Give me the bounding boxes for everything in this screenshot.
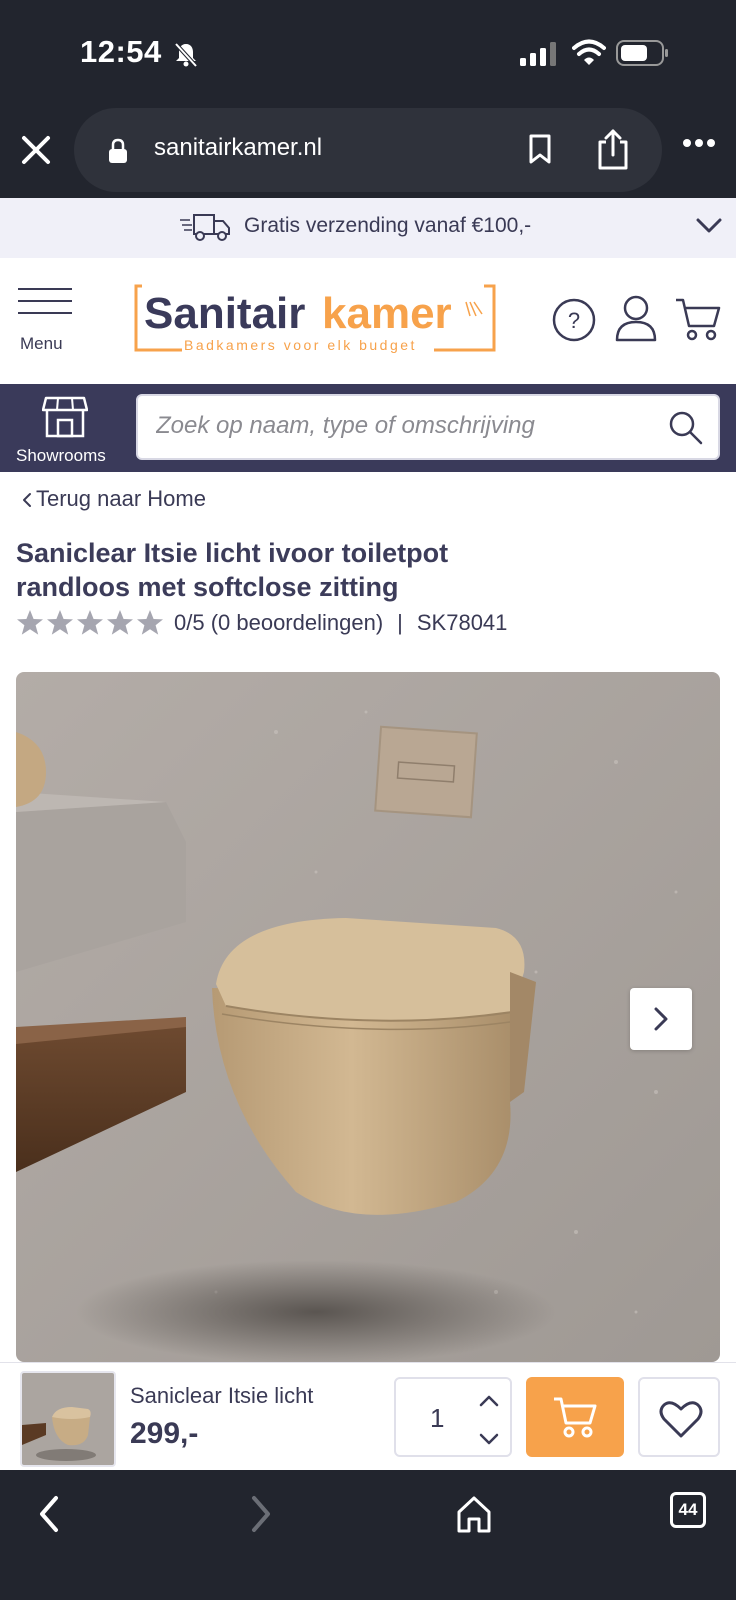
close-icon[interactable] xyxy=(18,132,54,168)
tabs-count: 44 xyxy=(678,1500,698,1519)
chevron-left-icon xyxy=(23,493,31,508)
sticky-product-name: Saniclear Itsie licht xyxy=(130,1383,314,1408)
search-band: Showrooms xyxy=(0,384,736,472)
logo-primary-text: Sanitair xyxy=(144,289,305,338)
product-title: Saniclear Itsie licht ivoor toiletpot ra… xyxy=(16,538,449,602)
heart-icon xyxy=(659,1401,703,1438)
star-icon xyxy=(47,610,73,635)
back-link[interactable]: Terug naar Home xyxy=(20,486,206,512)
truck-icon xyxy=(180,214,230,241)
lock-icon xyxy=(109,138,127,163)
cart-icon xyxy=(554,1397,597,1438)
quantity-value[interactable]: 1 xyxy=(430,1403,444,1434)
url-text: sanitairkamer.nl xyxy=(154,134,323,161)
back-link-label: Terug naar Home xyxy=(36,486,206,511)
star-rating[interactable] xyxy=(16,609,164,637)
search-input[interactable] xyxy=(156,412,636,440)
shower-icon xyxy=(465,301,483,317)
sku-text: SK78041 xyxy=(416,610,508,635)
showrooms-button[interactable]: Showrooms xyxy=(14,392,124,466)
chevron-down-icon[interactable] xyxy=(696,216,722,236)
flush-plate xyxy=(374,725,478,819)
home-icon[interactable] xyxy=(456,1494,492,1534)
wishlist-button[interactable] xyxy=(638,1377,720,1457)
site-logo[interactable]: Sanitair kamer Badkamers voor elk budget xyxy=(134,280,498,358)
status-bar: 12:54 xyxy=(0,0,736,100)
menu-button[interactable]: Menu xyxy=(14,284,86,354)
search-icon[interactable] xyxy=(668,410,704,446)
logo-tagline: Badkamers voor elk budget xyxy=(184,337,417,353)
chevron-down-icon[interactable] xyxy=(478,1431,500,1447)
cart-icon[interactable] xyxy=(674,296,722,342)
svg-text:?: ? xyxy=(568,308,580,333)
tabs-button[interactable]: 44 xyxy=(670,1492,706,1528)
chevron-up-icon[interactable] xyxy=(478,1393,500,1409)
menu-label: Menu xyxy=(20,334,63,353)
battery-icon xyxy=(616,40,668,66)
back-arrow-icon[interactable] xyxy=(36,1494,62,1534)
signal-icon xyxy=(520,42,556,66)
star-icon xyxy=(137,610,163,635)
bell-muted-icon xyxy=(174,42,198,68)
forward-arrow-icon[interactable] xyxy=(248,1494,274,1534)
account-icon[interactable] xyxy=(614,294,658,342)
showrooms-label: Showrooms xyxy=(16,446,106,465)
star-icon xyxy=(77,610,103,635)
wifi-icon xyxy=(572,39,606,65)
share-icon[interactable] xyxy=(596,128,630,170)
browser-toolbar: sanitairkamer.nl xyxy=(0,100,736,198)
product-image[interactable] xyxy=(16,672,720,1362)
rating-separator: | xyxy=(397,610,403,635)
site-header: Menu Sanitair kamer Badkamers voor elk b… xyxy=(0,258,736,384)
sticky-purchase-bar: Saniclear Itsie licht 299,- 1 xyxy=(0,1362,736,1470)
more-icon[interactable] xyxy=(682,138,716,148)
bookmark-icon[interactable] xyxy=(528,134,552,164)
address-bar[interactable]: sanitairkamer.nl xyxy=(74,108,662,192)
quantity-stepper[interactable]: 1 xyxy=(394,1377,512,1457)
rating-row: 0/5 (0 beoordelingen) | SK78041 xyxy=(16,606,507,640)
search-box xyxy=(136,394,720,460)
promo-bar[interactable]: Gratis verzending vanaf €100,- xyxy=(0,198,736,258)
chevron-right-icon xyxy=(654,1007,668,1031)
star-icon xyxy=(17,610,43,635)
promo-text: Gratis verzending vanaf €100,- xyxy=(244,214,532,237)
next-image-button[interactable] xyxy=(630,988,692,1050)
status-time: 12:54 xyxy=(80,34,162,69)
rating-text[interactable]: 0/5 (0 beoordelingen) xyxy=(174,610,383,636)
help-icon[interactable]: ? xyxy=(552,298,596,342)
sticky-price: 299,- xyxy=(130,1417,199,1450)
star-icon xyxy=(107,610,133,635)
add-to-cart-button[interactable] xyxy=(526,1377,624,1457)
browser-bottom-nav: 44 xyxy=(0,1470,736,1600)
logo-accent-text: kamer xyxy=(322,289,452,338)
store-icon xyxy=(42,396,88,438)
product-thumbnail[interactable] xyxy=(20,1371,116,1467)
